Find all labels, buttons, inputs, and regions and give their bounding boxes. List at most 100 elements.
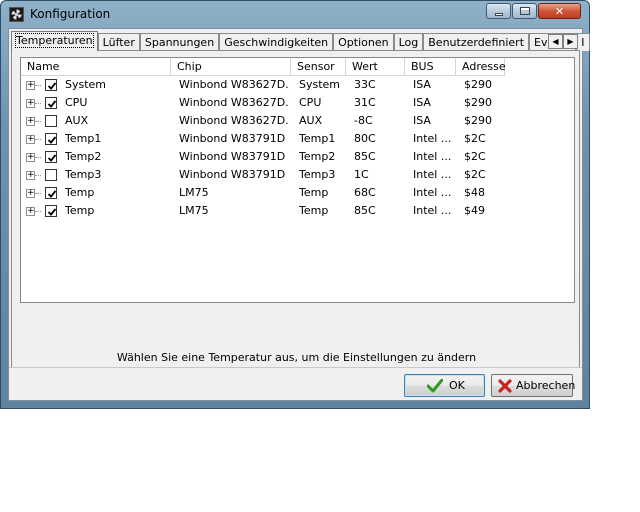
fan-icon[interactable] [9, 7, 24, 22]
sensor-list[interactable]: Name Chip Sensor Wert BUS Adresse + Syst… [20, 57, 575, 303]
tree-line [35, 175, 41, 176]
cell-name: Temp [65, 186, 95, 199]
cell-adresse: $2C [464, 168, 486, 181]
cell-wert: -8C [354, 114, 373, 127]
cell-chip: Winbond W83627D... [179, 78, 289, 91]
maximize-icon [520, 7, 530, 15]
checkmark-icon [47, 154, 57, 162]
tab-benutzerdefiniert[interactable]: Benutzerdefiniert [423, 33, 530, 51]
column-header-adresse[interactable]: Adresse [456, 58, 506, 76]
expand-icon[interactable]: + [26, 189, 35, 198]
list-header: Name Chip Sensor Wert BUS Adresse [21, 58, 506, 76]
sensor-checkbox[interactable] [45, 187, 57, 199]
cell-adresse: $290 [464, 78, 492, 91]
cell-sensor: Temp1 [299, 132, 336, 145]
table-row[interactable]: + System Winbond W83627D... System 33C I… [21, 76, 574, 94]
tab-temperaturen[interactable]: Temperaturen [11, 31, 98, 51]
cell-wert: 80C [354, 132, 376, 145]
column-header-sensor[interactable]: Sensor [291, 58, 346, 76]
close-button[interactable]: ✕ [538, 3, 581, 19]
list-rows: + System Winbond W83627D... System 33C I… [21, 76, 574, 220]
tab-label: Log [398, 36, 419, 49]
tab-log[interactable]: Log [393, 33, 424, 51]
cell-name: Temp [65, 204, 95, 217]
tab-label: Temperaturen [15, 33, 94, 48]
cell-chip: LM75 [179, 204, 209, 217]
expand-icon[interactable]: + [26, 81, 35, 90]
tab-label: Spannungen [144, 36, 215, 49]
tab-optionen[interactable]: Optionen [333, 33, 394, 51]
cell-bus: ISA [413, 96, 431, 109]
cell-sensor: Temp [299, 204, 329, 217]
cell-sensor: Temp2 [299, 150, 336, 163]
cancel-button[interactable]: Abbrechen [491, 374, 576, 397]
expand-icon[interactable]: + [26, 207, 35, 216]
cell-name: CPU [65, 96, 88, 109]
cell-chip: Winbond W83791D [179, 150, 286, 163]
tab-scroll-buttons: ◀ ▶ [548, 34, 578, 49]
checkmark-icon [47, 136, 57, 144]
table-row[interactable]: + Temp3 Winbond W83791D Temp3 1C Intel .… [21, 166, 574, 184]
table-row[interactable]: + Temp2 Winbond W83791D Temp2 85C Intel … [21, 148, 574, 166]
sensor-checkbox[interactable] [45, 97, 57, 109]
cancel-label: Abbrechen [516, 379, 576, 392]
checkmark-icon [47, 208, 57, 216]
tab-luefter[interactable]: Lüfter [97, 33, 140, 51]
cell-chip: Winbond W83791D [179, 168, 286, 181]
column-header-wert[interactable]: Wert [346, 58, 405, 76]
column-header-bus[interactable]: BUS [405, 58, 456, 76]
tab-scroll-left-button[interactable]: ◀ [548, 34, 563, 49]
table-row[interactable]: + Temp LM75 Temp 85C Intel ... $49 [21, 202, 574, 220]
cell-bus: Intel ... [413, 150, 452, 163]
cell-bus: Intel ... [413, 204, 452, 217]
green-check-icon [426, 378, 444, 400]
cell-name: AUX [65, 114, 89, 127]
tab-geschwindigkeiten[interactable]: Geschwindigkeiten [219, 33, 334, 51]
tab-label: Benutzerdefiniert [428, 36, 525, 49]
table-row[interactable]: + Temp1 Winbond W83791D Temp1 80C Intel … [21, 130, 574, 148]
expand-icon[interactable]: + [26, 99, 35, 108]
cell-bus: Intel ... [413, 132, 452, 145]
table-row[interactable]: + Temp LM75 Temp 68C Intel ... $48 [21, 184, 574, 202]
expand-icon[interactable]: + [26, 171, 35, 180]
title-bar[interactable]: Konfiguration ✕ [1, 1, 589, 29]
chevron-right-icon: ▶ [567, 37, 574, 46]
expand-icon[interactable]: + [26, 153, 35, 162]
sensor-checkbox[interactable] [45, 133, 57, 145]
cell-bus: Intel ... [413, 186, 452, 199]
tab-label: Lüfter [102, 36, 135, 49]
column-header-chip[interactable]: Chip [171, 58, 291, 76]
table-row[interactable]: + AUX Winbond W83627D... AUX -8C ISA $29… [21, 112, 574, 130]
cell-bus: ISA [413, 114, 431, 127]
cell-wert: 33C [354, 78, 376, 91]
table-row[interactable]: + CPU Winbond W83627D... CPU 31C ISA $29… [21, 94, 574, 112]
sensor-checkbox[interactable] [45, 79, 57, 91]
tab-label: Optionen [338, 36, 389, 49]
column-header-name[interactable]: Name [21, 58, 171, 76]
tab-strip: Temperaturen Lüfter Spannungen Geschwind… [11, 31, 590, 51]
sensor-checkbox[interactable] [45, 169, 57, 181]
cell-chip: Winbond W83627D... [179, 96, 289, 109]
cell-wert: 68C [354, 186, 376, 199]
sensor-checkbox[interactable] [45, 151, 57, 163]
checkmark-icon [47, 190, 57, 198]
ok-button[interactable]: OK [404, 374, 485, 397]
tab-partial[interactable]: I [576, 33, 590, 51]
cell-wert: 85C [354, 204, 376, 217]
sensor-checkbox[interactable] [45, 115, 57, 127]
sensor-checkbox[interactable] [45, 205, 57, 217]
tree-line [35, 157, 41, 158]
expand-icon[interactable]: + [26, 117, 35, 126]
cell-chip: Winbond W83627D... [179, 114, 289, 127]
cell-wert: 31C [354, 96, 376, 109]
expand-icon[interactable]: + [26, 135, 35, 144]
minimize-button[interactable] [486, 3, 511, 19]
konfiguration-window: Konfiguration ✕ Temperaturen Lüfter Span… [0, 0, 590, 409]
tab-scroll-right-button[interactable]: ▶ [563, 34, 578, 49]
maximize-button[interactable] [512, 3, 537, 19]
cell-sensor: Temp [299, 186, 329, 199]
tree-line [35, 193, 41, 194]
cell-sensor: CPU [299, 96, 322, 109]
cell-chip: LM75 [179, 186, 209, 199]
tab-spannungen[interactable]: Spannungen [139, 33, 220, 51]
